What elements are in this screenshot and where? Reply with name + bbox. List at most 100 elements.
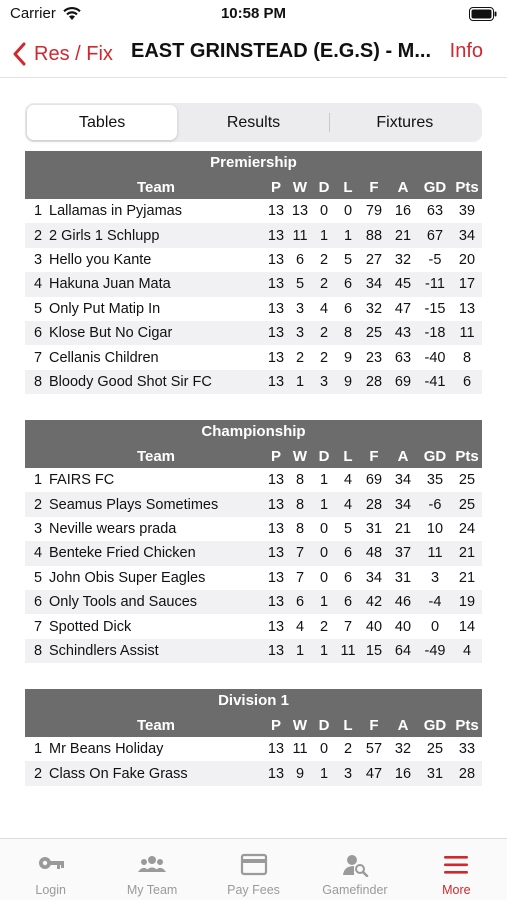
table-row[interactable]: 22 Girls 1 Schlupp 13 11 1 1 88 21 67 34 bbox=[25, 223, 482, 248]
column-header-pts: Pts bbox=[455, 178, 479, 196]
table-row[interactable]: 2 Class On Fake Grass 13 9 1 3 47 16 31 28 bbox=[25, 761, 482, 786]
team-name-cell: Benteke Fried Chicken bbox=[49, 545, 196, 562]
position-cell: 2 bbox=[34, 227, 43, 244]
stat-cell-gd: -40 bbox=[424, 349, 446, 366]
stat-cell-pts: 19 bbox=[458, 594, 476, 611]
team-name-cell: Klose But No Cigar bbox=[49, 325, 173, 342]
column-header-d: D bbox=[318, 447, 330, 465]
team-name-cell: Bloody Good Shot Sir FC bbox=[49, 373, 212, 390]
stat-cell-gd: -4 bbox=[428, 594, 442, 611]
stat-cell-pts: 21 bbox=[458, 545, 476, 562]
stat-cell-pts: 39 bbox=[458, 203, 476, 220]
team-name-cell: Cellanis Children bbox=[49, 349, 159, 366]
stat-cell-w: 7 bbox=[295, 569, 305, 586]
stat-cell-w: 4 bbox=[295, 618, 305, 635]
stat-cell-w: 8 bbox=[295, 496, 305, 513]
stat-cell-d: 0 bbox=[319, 520, 329, 537]
team-name-cell: Hakuna Juan Mata bbox=[49, 276, 171, 293]
column-header-l: L bbox=[343, 447, 353, 465]
position-cell: 1 bbox=[34, 741, 43, 758]
position-cell: 1 bbox=[34, 203, 43, 220]
table-row[interactable]: 8 Schindlers Assist 13 1 1 11 15 64 -49 4 bbox=[25, 638, 482, 664]
tab-label: My Team bbox=[126, 883, 178, 897]
stat-cell-pts: 25 bbox=[458, 472, 476, 489]
tab-label: Login bbox=[35, 883, 66, 897]
view-segmented-control: Tables Results Fixtures bbox=[25, 103, 482, 142]
position-cell: 6 bbox=[34, 325, 43, 342]
team-name-cell: John Obis Super Eagles bbox=[49, 569, 206, 586]
column-header-w: W bbox=[292, 716, 308, 734]
position-cell: 3 bbox=[34, 251, 43, 268]
table-row[interactable]: 3 Neville wears prada 13 8 0 5 31 21 10 24 bbox=[25, 517, 482, 541]
stat-cell-a: 34 bbox=[394, 496, 412, 513]
stat-cell-w: 13 bbox=[291, 203, 309, 220]
person-search-icon bbox=[342, 855, 369, 877]
tab-login[interactable]: Login bbox=[0, 839, 101, 900]
column-header-d: D bbox=[318, 178, 330, 196]
position-cell: 8 bbox=[34, 373, 43, 390]
menu-icon bbox=[444, 856, 469, 874]
tab-gamefinder[interactable]: Gamefinder bbox=[304, 839, 405, 900]
stat-cell-d: 2 bbox=[319, 349, 329, 366]
stat-cell-d: 1 bbox=[319, 765, 329, 782]
table-row[interactable]: 2 Seamus Plays Sometimes 13 8 1 4 28 34 -6 25 bbox=[25, 492, 482, 517]
tab-my-team[interactable]: My Team bbox=[101, 839, 202, 900]
tab-more[interactable]: More bbox=[406, 839, 507, 900]
position-cell: 2 bbox=[34, 496, 43, 513]
segment-results[interactable]: Results bbox=[178, 105, 328, 140]
table-row[interactable]: 1 FAIRS FC 13 8 1 4 69 34 35 25 bbox=[25, 468, 482, 492]
table-row[interactable]: 1 Mr Beans Holiday 13 11 0 2 57 32 25 33 bbox=[25, 737, 482, 761]
info-button[interactable]: Info bbox=[450, 40, 483, 63]
stat-cell-l: 5 bbox=[343, 520, 353, 537]
team-name-cell: Lallamas in Pyjamas bbox=[49, 203, 182, 220]
stat-cell-p: 13 bbox=[267, 325, 285, 342]
stat-cell-p: 13 bbox=[267, 642, 285, 659]
stat-cell-p: 13 bbox=[267, 496, 285, 513]
column-header-a: A bbox=[397, 447, 409, 465]
card-icon bbox=[240, 853, 267, 876]
stat-cell-a: 64 bbox=[394, 642, 412, 659]
table-row[interactable]: 5 John Obis Super Eagles 13 7 0 6 34 31 3 21 bbox=[25, 566, 482, 590]
table-row[interactable]: 5 Only Put Matip In 13 3 4 6 32 47 -15 13 bbox=[25, 297, 482, 321]
stat-cell-p: 13 bbox=[267, 227, 285, 244]
position-cell: 5 bbox=[34, 569, 43, 586]
stat-cell-gd: 3 bbox=[430, 569, 440, 586]
column-header-team: Team bbox=[136, 716, 176, 734]
chevron-left-icon bbox=[13, 42, 26, 66]
segment-fixtures[interactable]: Fixtures bbox=[330, 105, 480, 140]
table-row[interactable]: 6 Klose But No Cigar 13 3 2 8 25 43 -18 11 bbox=[25, 320, 482, 346]
stat-cell-gd: 11 bbox=[427, 545, 443, 562]
stat-cell-w: 11 bbox=[292, 741, 308, 758]
stat-cell-d: 2 bbox=[319, 251, 329, 268]
status-bar: Carrier 10:58 PM bbox=[0, 0, 507, 30]
stat-cell-f: 25 bbox=[365, 325, 383, 342]
stat-cell-l: 6 bbox=[343, 300, 353, 317]
stat-cell-d: 1 bbox=[319, 496, 329, 513]
column-header-team: Team bbox=[136, 178, 176, 196]
table-row[interactable]: 7 Spotted Dick 13 4 2 7 40 40 0 14 bbox=[25, 614, 482, 638]
table-row[interactable]: 4 Hakuna Juan Mata 13 5 2 6 34 45 -11 17 bbox=[25, 272, 482, 297]
table-row[interactable]: 6 Only Tools and Sauces 13 6 1 6 42 46 -4 19 bbox=[25, 589, 482, 615]
table-row[interactable]: 4 Benteke Fried Chicken 13 7 0 6 48 37 11 21 bbox=[25, 541, 482, 566]
table-row[interactable]: 3 Hello you Kante 13 6 2 5 27 32 -5 20 bbox=[25, 248, 482, 272]
tab-label: Gamefinder bbox=[322, 883, 388, 897]
stat-cell-gd: 63 bbox=[426, 203, 444, 220]
table-row[interactable]: 1 Lallamas in Pyjamas 13 13 0 0 79 16 63 39 bbox=[25, 199, 482, 223]
table-row[interactable]: 7 Cellanis Children 13 2 2 9 23 63 -40 8 bbox=[25, 345, 482, 369]
stat-cell-w: 6 bbox=[295, 251, 305, 268]
segment-tables[interactable]: Tables bbox=[27, 105, 178, 140]
stat-cell-d: 1 bbox=[319, 594, 329, 611]
stat-cell-gd: -41 bbox=[424, 373, 446, 390]
stat-cell-f: 34 bbox=[365, 569, 383, 586]
tab-pay-fees[interactable]: Pay Fees bbox=[203, 839, 304, 900]
stat-cell-a: 46 bbox=[394, 594, 412, 611]
team-name-cell: Hello you Kante bbox=[49, 251, 152, 268]
stat-cell-l: 9 bbox=[343, 349, 353, 366]
back-button[interactable]: Res / Fix bbox=[12, 38, 113, 70]
stat-cell-pts: 17 bbox=[458, 276, 476, 293]
table-row[interactable]: 8 Bloody Good Shot Sir FC 13 1 3 9 28 69 -41 6 bbox=[25, 369, 482, 395]
column-header-a: A bbox=[397, 716, 409, 734]
stat-cell-pts: 4 bbox=[462, 642, 472, 659]
stat-cell-p: 13 bbox=[267, 276, 285, 293]
stat-cell-w: 6 bbox=[295, 594, 305, 611]
